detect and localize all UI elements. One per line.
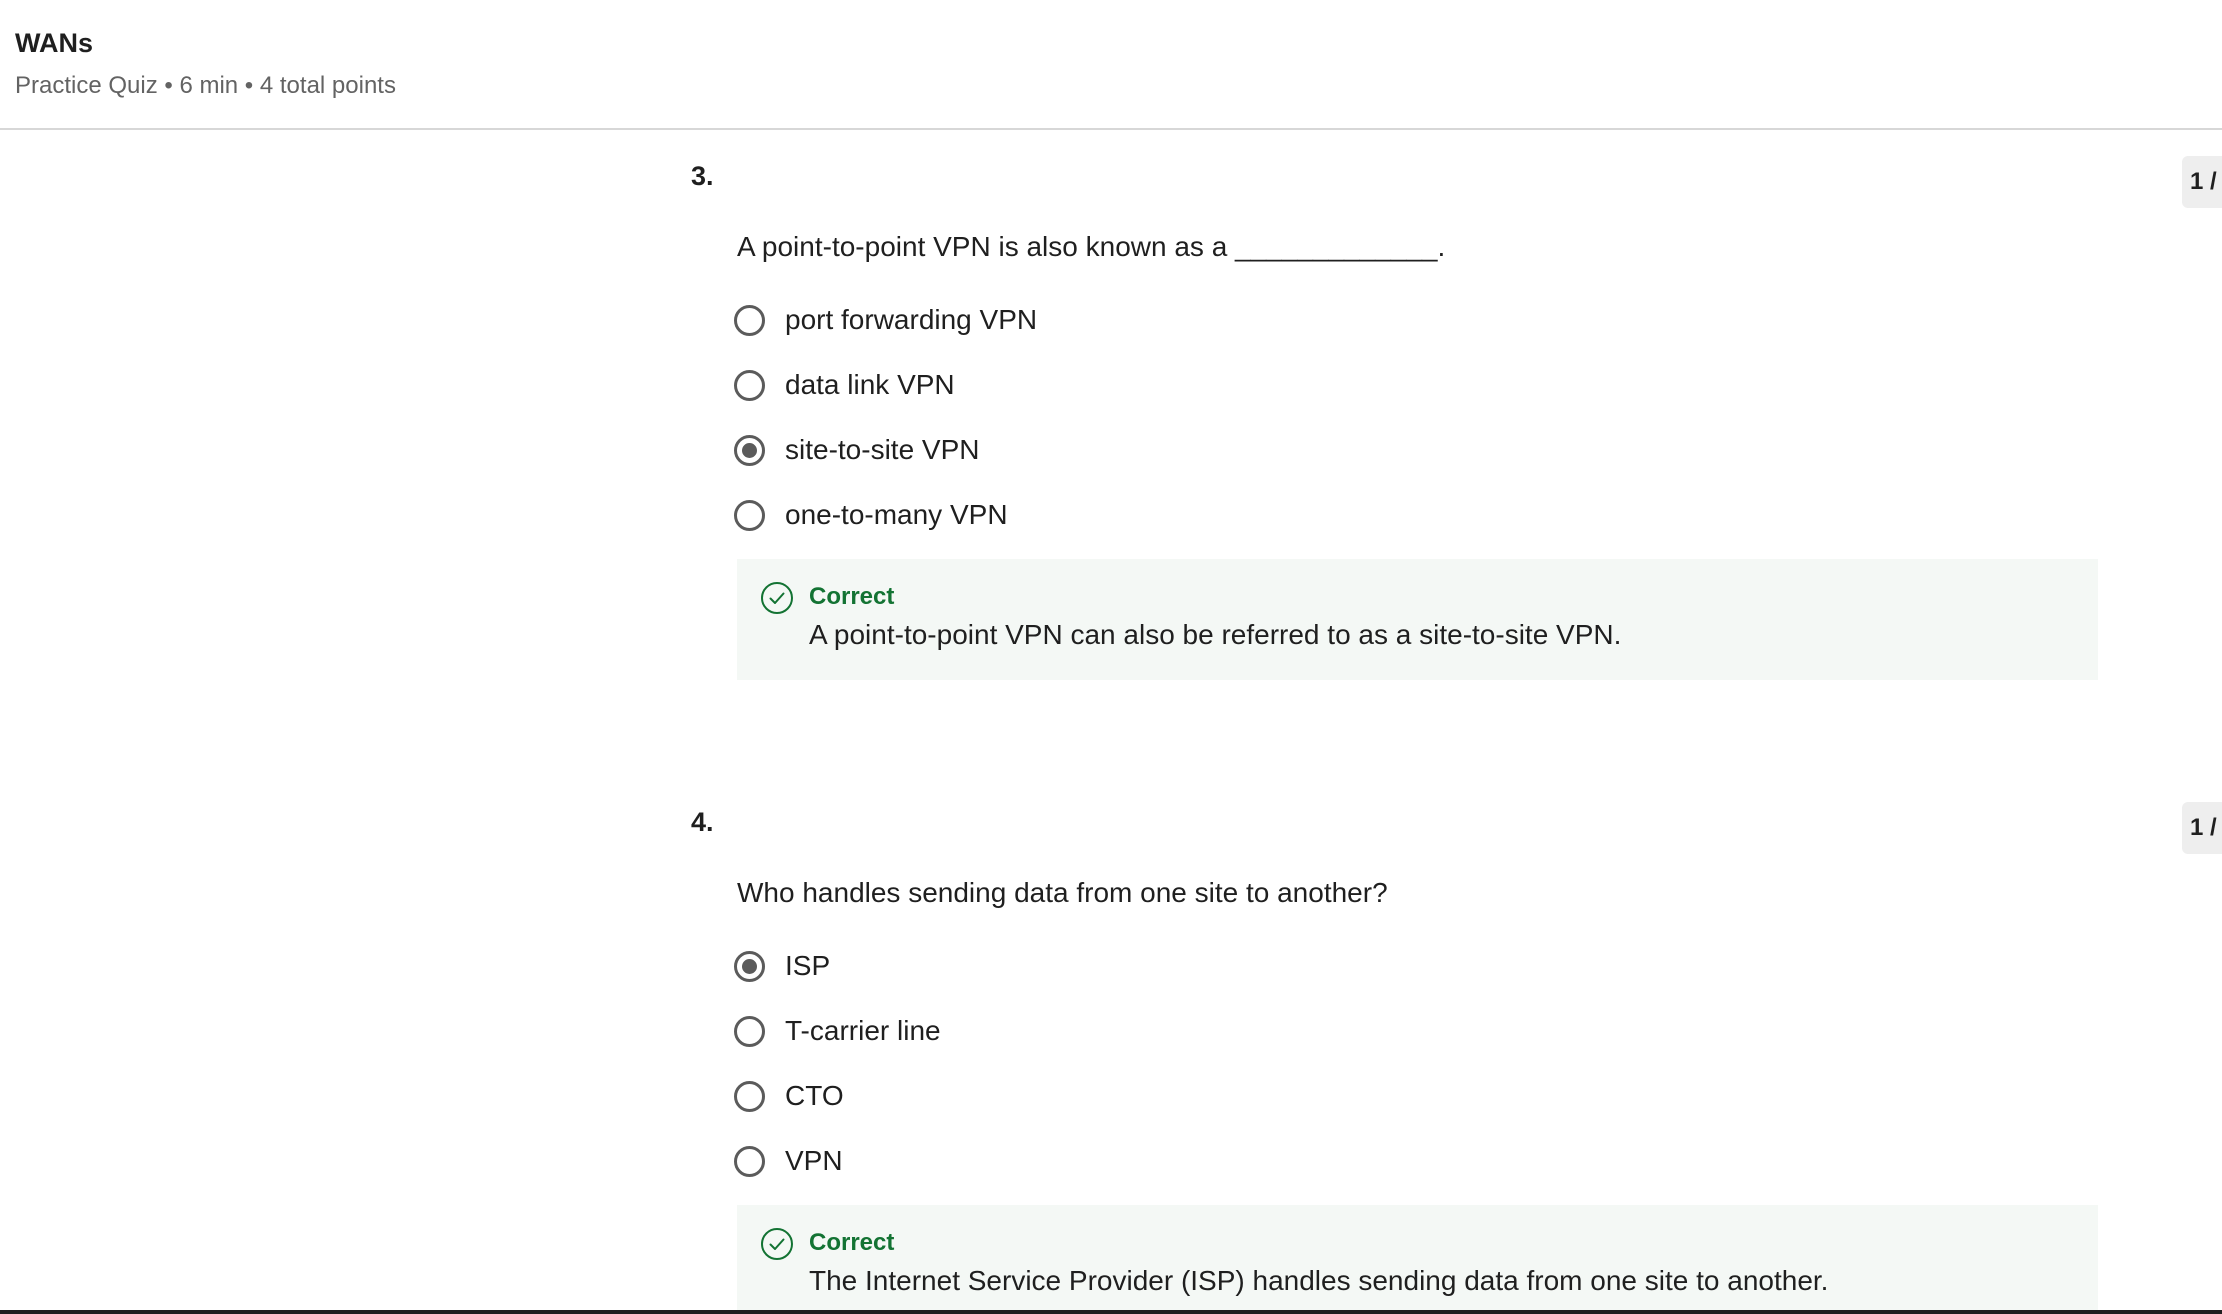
bottom-divider	[0, 1310, 2222, 1314]
feedback-status: Correct	[809, 1229, 895, 1256]
question-number: 4.	[691, 807, 714, 837]
option-label: one-to-many VPN	[785, 499, 1008, 530]
check-circle-icon	[761, 1228, 793, 1260]
points-badge: 1 /	[2182, 156, 2222, 208]
quiz-meta: Practice Quiz • 6 min • 4 total points	[15, 72, 396, 99]
option-site-to-site-vpn[interactable]: site-to-site VPN	[734, 430, 980, 470]
question-text: Who handles sending data from one site t…	[737, 877, 1388, 908]
radio-button-selected[interactable]	[734, 434, 765, 466]
option-one-to-many-vpn[interactable]: one-to-many VPN	[734, 495, 1008, 535]
option-label: site-to-site VPN	[785, 434, 980, 465]
option-label: ISP	[785, 950, 831, 981]
feedback-text: A point-to-point VPN can also be referre…	[809, 619, 1622, 650]
option-port-forwarding-vpn[interactable]: port forwarding VPN	[734, 300, 1037, 340]
option-label: VPN	[785, 1145, 843, 1176]
option-label: data link VPN	[785, 369, 955, 400]
option-label: port forwarding VPN	[785, 304, 1038, 335]
option-isp[interactable]: ISP	[734, 946, 830, 986]
check-circle-icon	[761, 582, 793, 614]
option-label: CTO	[785, 1080, 844, 1111]
feedback-text: The Internet Service Provider (ISP) hand…	[809, 1265, 1829, 1296]
question-number: 3.	[691, 161, 714, 191]
feedback-box: Correct The Internet Service Provider (I…	[737, 1205, 2098, 1314]
radio-button[interactable]	[734, 369, 765, 401]
points-badge: 1 /	[2182, 802, 2222, 854]
option-t-carrier-line[interactable]: T-carrier line	[734, 1011, 941, 1051]
feedback-box: Correct A point-to-point VPN can also be…	[737, 559, 2098, 680]
radio-button[interactable]	[734, 1145, 765, 1177]
quiz-title: WANs	[15, 28, 94, 58]
quiz-header: WANs Practice Quiz • 6 min • 4 total poi…	[0, 0, 2222, 130]
option-data-link-vpn[interactable]: data link VPN	[734, 365, 955, 405]
option-vpn[interactable]: VPN	[734, 1141, 843, 1181]
radio-button[interactable]	[734, 304, 765, 336]
option-cto[interactable]: CTO	[734, 1076, 844, 1116]
feedback-status: Correct	[809, 583, 895, 610]
option-label: T-carrier line	[785, 1015, 941, 1046]
radio-button-selected[interactable]	[734, 950, 765, 982]
question-text: A point-to-point VPN is also known as a …	[737, 231, 1446, 262]
radio-button[interactable]	[734, 1015, 765, 1047]
radio-button[interactable]	[734, 499, 765, 531]
quiz-page: WANs Practice Quiz • 6 min • 4 total poi…	[0, 0, 2222, 1314]
radio-button[interactable]	[734, 1080, 765, 1112]
